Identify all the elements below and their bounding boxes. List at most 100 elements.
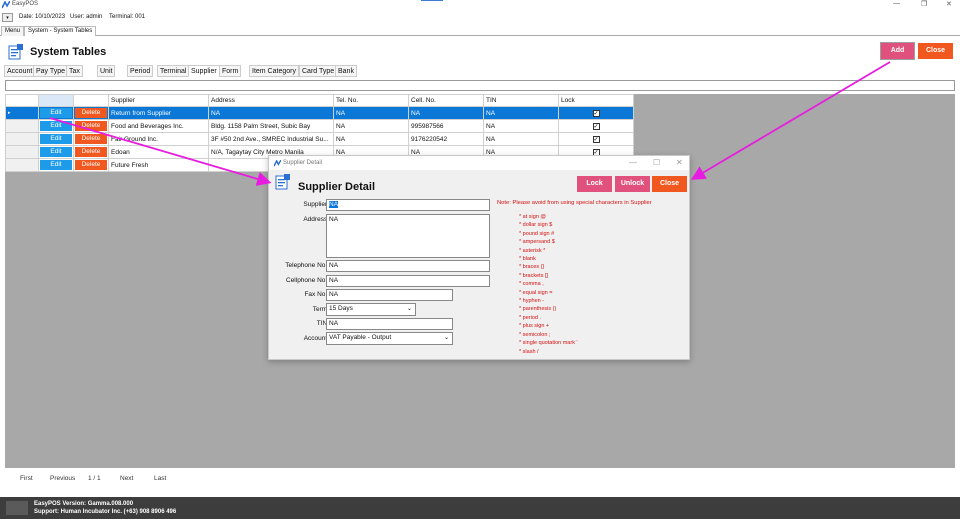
special-characters-list: * at sign @ * dollar sign $ * pound sign… bbox=[519, 213, 578, 356]
tin-cell: NA bbox=[483, 132, 559, 146]
delete-button[interactable]: Delete bbox=[75, 134, 107, 144]
tab-account[interactable]: Account bbox=[4, 65, 36, 77]
delete-button[interactable]: Delete bbox=[75, 108, 107, 118]
tin-cell: NA bbox=[483, 119, 559, 133]
list-item: * at sign @ bbox=[519, 214, 546, 220]
supplier-cell: Edoan bbox=[108, 145, 209, 159]
fax-label: Fax No.: bbox=[304, 291, 329, 298]
restore-icon[interactable]: ❐ bbox=[921, 0, 927, 8]
list-item: * blank bbox=[519, 256, 536, 263]
tab-item-category[interactable]: Item Category bbox=[249, 65, 299, 77]
tin-label: TIN: bbox=[316, 320, 329, 327]
term-select[interactable]: 15 Days ⌄ bbox=[326, 303, 416, 316]
address-cell: 3F #50 2nd Ave., SMREC Industrial Su... bbox=[208, 132, 334, 146]
cell-cell: 9176220542 bbox=[408, 132, 484, 146]
lock-checkbox[interactable]: ✓ bbox=[592, 122, 600, 130]
tab-pay-type[interactable]: Pay Type bbox=[33, 65, 69, 77]
add-button[interactable]: Add bbox=[880, 42, 915, 60]
close-window-icon[interactable]: ✕ bbox=[946, 0, 952, 8]
dialog-maximize-icon[interactable]: ☐ bbox=[653, 158, 660, 167]
table-header-row: Supplier Address Tel. No. Cell. No. TIN … bbox=[5, 94, 634, 107]
cell-cell: 995987566 bbox=[408, 119, 484, 133]
minimize-icon[interactable]: — bbox=[893, 0, 900, 7]
system-tables-icon bbox=[8, 44, 23, 60]
tel-cell: NA bbox=[333, 132, 409, 146]
supplier-header[interactable]: Supplier bbox=[108, 94, 209, 107]
table-row[interactable]: Edit Delete Food and Beverages Inc. Bldg… bbox=[5, 119, 634, 133]
delete-button[interactable]: Delete bbox=[75, 147, 107, 157]
lock-button[interactable]: Lock bbox=[577, 176, 612, 192]
fax-field[interactable]: NA bbox=[326, 289, 453, 301]
table-row[interactable]: ▸ Edit Delete Return from Supplier NA NA… bbox=[5, 106, 634, 120]
list-item: * comma , bbox=[519, 281, 544, 288]
edit-button[interactable]: Edit bbox=[40, 108, 72, 118]
tab-card-type[interactable]: Card Type bbox=[299, 65, 338, 77]
tab-menu[interactable]: Menu bbox=[1, 26, 25, 36]
lock-checkbox[interactable]: ✓ bbox=[592, 109, 600, 117]
cell-header[interactable]: Cell. No. bbox=[408, 94, 484, 107]
first-page-button[interactable]: First bbox=[20, 475, 33, 482]
unlock-button[interactable]: Unlock bbox=[615, 176, 650, 192]
lock-checkbox[interactable]: ✓ bbox=[592, 135, 600, 143]
dialog-minimize-icon[interactable]: — bbox=[629, 158, 637, 167]
tel-cell: NA bbox=[333, 106, 409, 120]
focus-indicator bbox=[421, 0, 443, 1]
supplier-detail-icon bbox=[275, 174, 290, 190]
edit-button[interactable]: Edit bbox=[40, 160, 72, 170]
account-value: VAT Payable - Output bbox=[329, 334, 392, 341]
dialog-close-button[interactable]: Close bbox=[652, 176, 687, 192]
dialog-title-bar: Supplier Detail — ☐ ✕ bbox=[269, 156, 689, 170]
search-input[interactable] bbox=[5, 80, 955, 91]
easypos-logo-icon bbox=[274, 160, 281, 167]
version-text: EasyPOS Version: Gamma.008.000 bbox=[34, 501, 134, 507]
edit-button[interactable]: Edit bbox=[40, 134, 72, 144]
next-page-button[interactable]: Next bbox=[120, 475, 133, 482]
row-indicator bbox=[5, 158, 39, 172]
cellphone-field[interactable]: NA bbox=[326, 275, 490, 287]
close-button[interactable]: Close bbox=[918, 43, 953, 59]
tab-terminal[interactable]: Terminal bbox=[157, 65, 190, 77]
telephone-field[interactable]: NA bbox=[326, 260, 490, 272]
list-item: * hyphen - bbox=[519, 298, 545, 305]
last-page-button[interactable]: Last bbox=[154, 475, 166, 482]
delete-button[interactable]: Delete bbox=[75, 121, 107, 131]
list-item: * period . bbox=[519, 314, 542, 321]
row-indicator: ▸ bbox=[5, 106, 39, 120]
info-bar: ▾ Date: 10/10/2023 User: admin Terminal:… bbox=[0, 11, 960, 25]
edit-button[interactable]: Edit bbox=[40, 147, 72, 157]
address-header[interactable]: Address bbox=[208, 94, 334, 107]
address-field[interactable]: NA bbox=[326, 214, 490, 258]
tin-field[interactable]: NA bbox=[326, 318, 453, 330]
menu-dropdown-icon[interactable]: ▾ bbox=[2, 13, 13, 22]
chevron-down-icon: ⌄ bbox=[443, 335, 449, 341]
delete-header bbox=[73, 94, 109, 107]
list-item: * slash / bbox=[519, 348, 539, 355]
tab-period[interactable]: Period bbox=[127, 65, 154, 77]
table-row[interactable]: Edit Delete Fair Ground Inc. 3F #50 2nd … bbox=[5, 132, 634, 146]
account-select[interactable]: VAT Payable - Output ⌄ bbox=[326, 332, 453, 345]
tab-bank[interactable]: Bank bbox=[335, 65, 357, 77]
dialog-close-icon[interactable]: ✕ bbox=[676, 158, 683, 167]
tab-form[interactable]: Form bbox=[219, 65, 242, 77]
previous-page-button[interactable]: Previous bbox=[50, 475, 75, 482]
supplier-field[interactable]: NA bbox=[326, 199, 490, 211]
window-title: EasyPOS bbox=[12, 1, 39, 7]
tab-unit[interactable]: Unit bbox=[97, 65, 116, 77]
edit-header bbox=[38, 94, 74, 107]
telephone-label: Telephone No.: bbox=[285, 262, 329, 269]
address-cell: NA bbox=[208, 106, 334, 120]
tel-header[interactable]: Tel. No. bbox=[333, 94, 409, 107]
list-item: * dollar sign $ bbox=[519, 222, 553, 229]
address-label: Address: bbox=[303, 216, 329, 223]
easypos-logo-icon bbox=[2, 1, 10, 9]
date-label: Date: 10/10/2023 bbox=[19, 14, 66, 20]
tin-header[interactable]: TIN bbox=[483, 94, 559, 107]
term-label: Term: bbox=[312, 306, 329, 313]
tab-system-tables[interactable]: System - System Tables bbox=[24, 26, 97, 36]
lock-header[interactable]: Lock bbox=[558, 94, 634, 107]
delete-button[interactable]: Delete bbox=[75, 160, 107, 170]
row-indicator bbox=[5, 132, 39, 146]
tab-tax[interactable]: Tax bbox=[66, 65, 83, 77]
tab-supplier[interactable]: Supplier bbox=[188, 65, 220, 77]
edit-button[interactable]: Edit bbox=[40, 121, 72, 131]
